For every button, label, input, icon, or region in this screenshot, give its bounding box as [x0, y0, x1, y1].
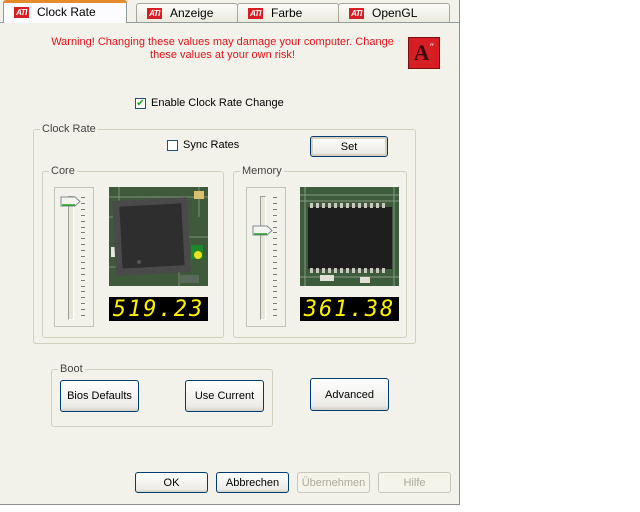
memory-clock-display: 361.38 [300, 297, 399, 322]
ati-logo-icon: ATI [349, 7, 364, 19]
slider-tick [273, 214, 277, 216]
core-slider-frame [54, 187, 94, 327]
slider-tick [81, 238, 85, 240]
slider-tick [81, 197, 85, 198]
slider-tick [81, 202, 85, 204]
memory-slider-thumb[interactable] [252, 225, 273, 236]
slider-tick [273, 197, 277, 198]
ati-logo-icon: ATI [14, 6, 29, 18]
slider-tick [273, 309, 277, 311]
slider-tick [81, 309, 85, 311]
slider-tick [273, 315, 277, 316]
apply-button[interactable]: Übernehmen [297, 472, 370, 493]
clock-rate-group-title: Clock Rate [40, 123, 98, 135]
help-button[interactable]: Hilfe [378, 472, 451, 493]
slider-tick [273, 250, 277, 252]
sync-rates-checkbox[interactable]: ✔ [167, 140, 178, 151]
slider-tick [273, 291, 277, 293]
warning-line-1: Warning! Changing these values may damag… [51, 36, 394, 48]
slider-tick [273, 238, 277, 240]
slider-tick [81, 267, 85, 269]
memory-slider-groove [260, 196, 266, 320]
slider-tick [273, 220, 277, 222]
tab-farbe[interactable]: ATI Farbe [237, 3, 339, 22]
set-button[interactable]: Set [310, 136, 388, 157]
slider-tick [273, 261, 277, 263]
enable-clock-rate-checkbox[interactable]: ✔ [135, 98, 146, 109]
slider-tick [273, 285, 277, 287]
core-clock-display: 519.23 [109, 297, 208, 322]
slider-tick [273, 232, 277, 234]
slider-tick [81, 208, 85, 210]
slider-tick [81, 232, 85, 234]
slider-tick [81, 226, 85, 228]
slider-tick [81, 214, 85, 216]
tab-label: Clock Rate [37, 5, 96, 19]
advanced-button[interactable]: Advanced [310, 378, 389, 411]
core-group-title: Core [49, 165, 77, 177]
boot-group-title: Boot [58, 363, 85, 375]
slider-tick [81, 285, 85, 287]
slider-tick [273, 273, 277, 275]
slider-tick [81, 315, 85, 316]
slider-tick [273, 244, 277, 246]
slider-tick [81, 261, 85, 263]
slider-tick [273, 202, 277, 204]
slider-tick [81, 244, 85, 246]
ati-a-logo-icon: A ″ [408, 37, 440, 69]
slider-tick [273, 256, 277, 257]
bios-defaults-button[interactable]: Bios Defaults [60, 380, 139, 412]
memory-group-title: Memory [240, 165, 284, 177]
slider-tick [81, 279, 85, 281]
slider-tick [81, 303, 85, 305]
slider-tick [81, 273, 85, 275]
slider-tick [81, 250, 85, 252]
core-slider-thumb[interactable] [60, 196, 81, 207]
memory-chip-image [300, 187, 399, 286]
core-slider-groove [68, 196, 74, 320]
warning-text: Warning! Changing these values may damag… [45, 36, 400, 62]
enable-clock-rate-label: Enable Clock Rate Change [151, 97, 284, 109]
tab-label: OpenGL [372, 6, 418, 20]
cancel-button[interactable]: Abbrechen [216, 472, 289, 493]
slider-tick [81, 220, 85, 222]
ok-button[interactable]: OK [135, 472, 208, 493]
tab-opengl[interactable]: ATI OpenGL [338, 3, 450, 22]
tab-anzeige[interactable]: ATI Anzeige [136, 3, 238, 22]
tab-label: Farbe [271, 6, 303, 20]
slider-tick [273, 303, 277, 305]
use-current-button[interactable]: Use Current [185, 380, 264, 412]
gpu-core-chip-image [109, 187, 208, 286]
sync-rates-label: Sync Rates [183, 139, 240, 151]
slider-tick [81, 256, 85, 257]
slider-tick [273, 208, 277, 210]
slider-tick [81, 291, 85, 293]
slider-tick [273, 267, 277, 269]
ati-logo-icon: ATI [248, 7, 263, 19]
tab-label: Anzeige [170, 6, 214, 20]
slider-tick [273, 226, 277, 228]
slider-tick [273, 297, 277, 299]
ati-logo-icon: ATI [147, 7, 162, 19]
warning-line-2: these values at your own risk! [150, 49, 295, 61]
memory-slider-frame [246, 187, 286, 327]
slider-tick [81, 297, 85, 299]
badge-letter: A [413, 40, 430, 65]
ati-clock-rate-dialog: ATI Clock Rate ATI Anzeige ATI Farbe ATI… [0, 0, 460, 505]
slider-tick [273, 279, 277, 281]
tab-clock-rate[interactable]: ATI Clock Rate [3, 0, 127, 23]
